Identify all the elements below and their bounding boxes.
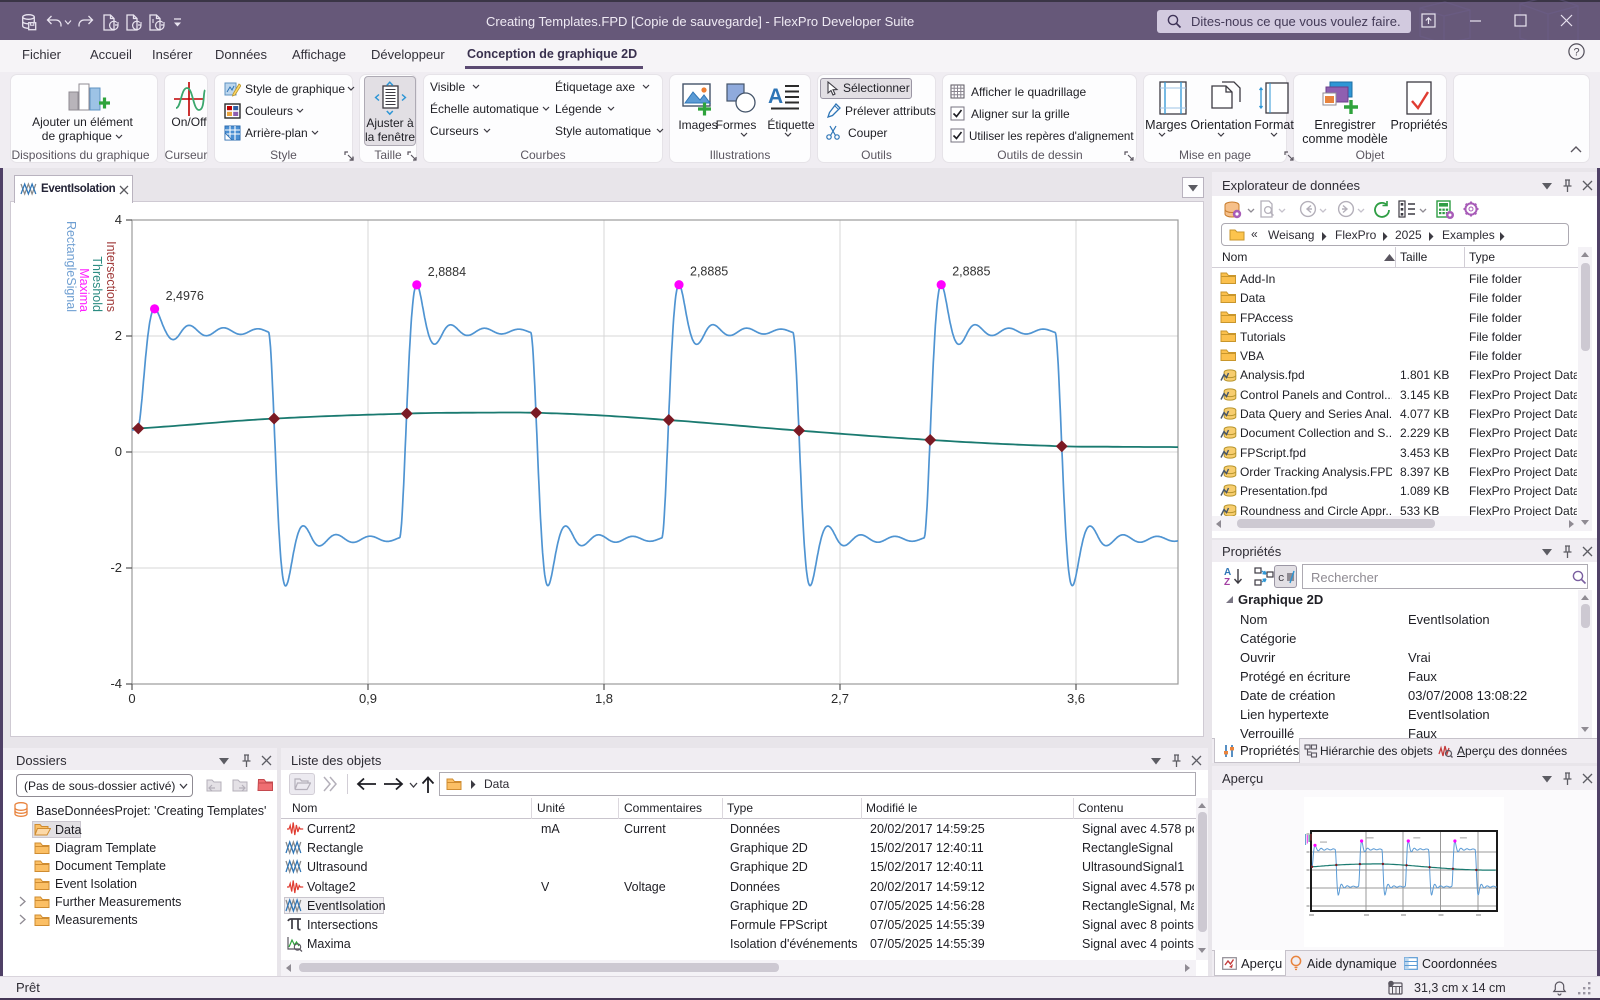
- svg-text:Threshold: Threshold: [90, 256, 104, 312]
- svg-text:Intersections: Intersections: [104, 241, 118, 312]
- svg-text:3,6: 3,6: [1067, 691, 1085, 706]
- svg-text:c: c: [1278, 573, 1285, 584]
- svg-text:2,8885: 2,8885: [690, 265, 728, 279]
- svg-text:-4: -4: [110, 676, 122, 691]
- svg-text:RectangleSignal: RectangleSignal: [64, 221, 78, 312]
- svg-text:2: 2: [115, 328, 122, 343]
- svg-text:Maxima: Maxima: [77, 268, 91, 312]
- svg-text:2,8884: 2,8884: [428, 265, 466, 279]
- svg-text:2,8885: 2,8885: [952, 265, 990, 279]
- svg-text:2,4976: 2,4976: [166, 289, 204, 303]
- svg-text:?: ?: [1573, 47, 1579, 59]
- svg-text:0,9: 0,9: [359, 691, 377, 706]
- svg-text:A: A: [768, 85, 783, 108]
- svg-text:Z: Z: [1224, 577, 1230, 588]
- svg-text:4: 4: [115, 212, 122, 227]
- svg-text:0: 0: [115, 444, 122, 459]
- svg-text:2,7: 2,7: [831, 691, 849, 706]
- svg-text:0: 0: [128, 691, 135, 706]
- svg-text:-2: -2: [110, 560, 122, 575]
- svg-text:1,8: 1,8: [595, 691, 613, 706]
